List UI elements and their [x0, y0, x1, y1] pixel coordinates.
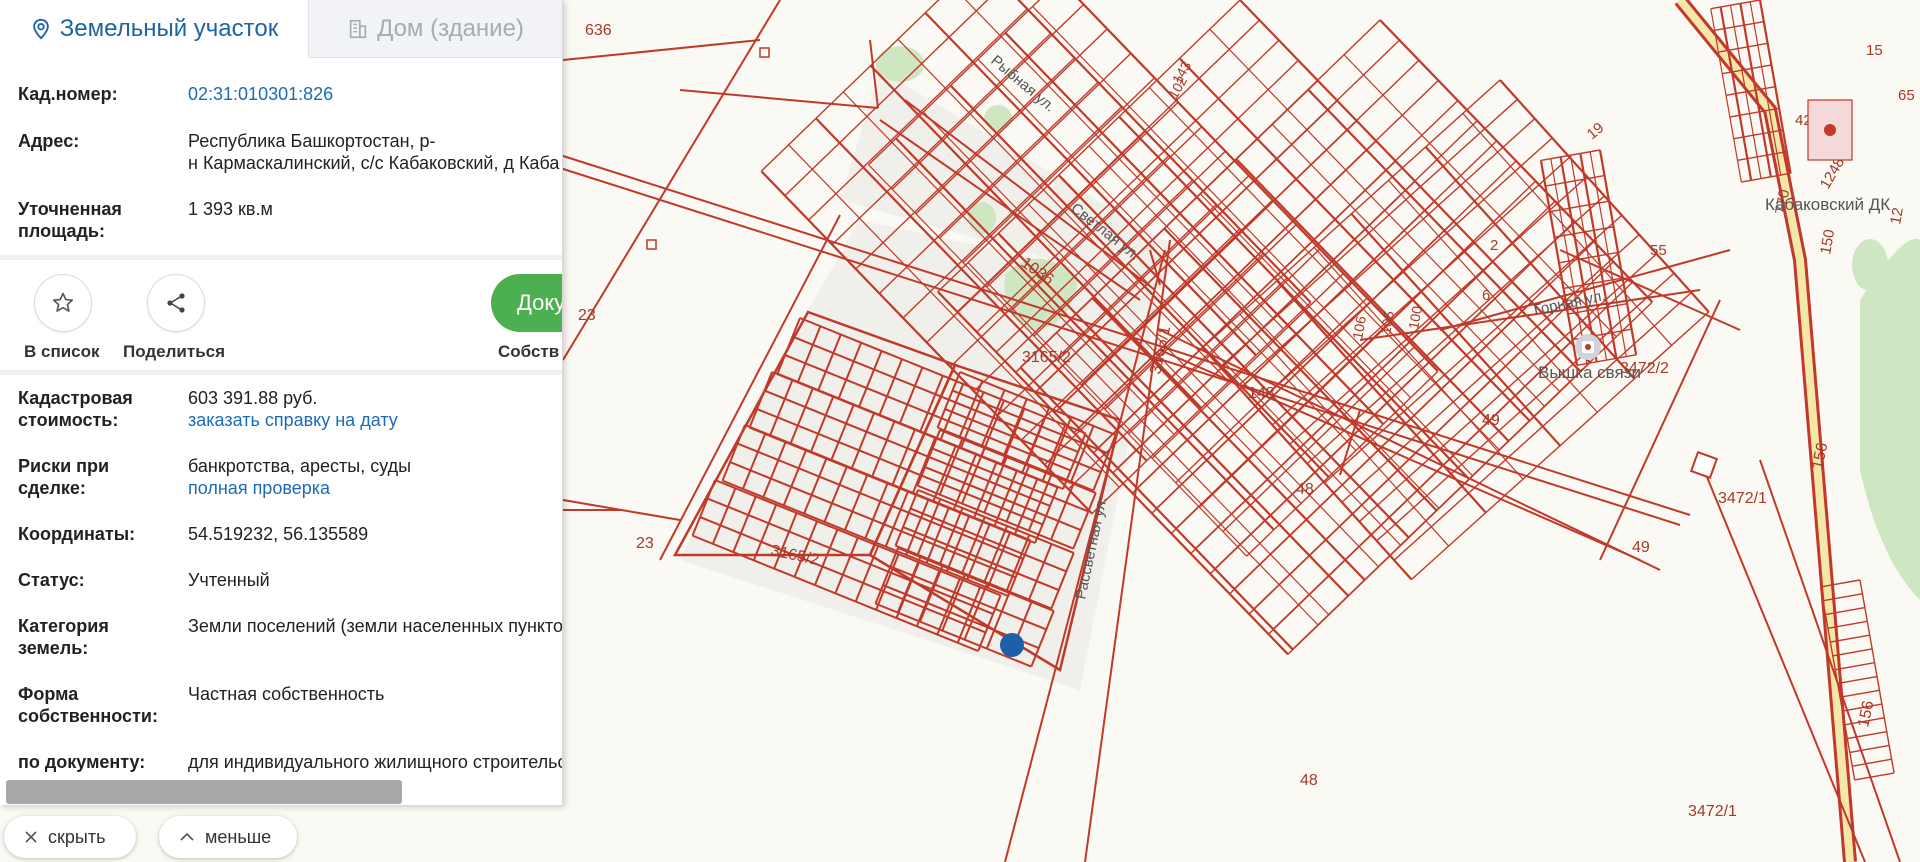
category-label-line-1: Категория	[18, 616, 109, 636]
summary-section: Кад.номер: 02:31:010301:826 Адрес: Респу…	[0, 83, 562, 242]
cad-number-link[interactable]: 02:31:010301:826	[188, 83, 333, 105]
status-row: Статус: Учтенный	[18, 569, 562, 591]
cost-label: Кадастровая стоимость:	[18, 387, 188, 431]
add-to-list-button[interactable]	[34, 274, 92, 332]
tab-building[interactable]: Дом (здание)	[308, 0, 562, 58]
address-label: Адрес:	[18, 131, 80, 151]
map-poi-tower: Вышка связи	[1538, 363, 1641, 382]
area-row: Уточненная площадь: 1 393 кв.м	[18, 198, 562, 242]
map-label-636: 636	[585, 22, 612, 39]
selected-parcel-marker[interactable]	[1000, 633, 1024, 657]
ownership-row: Форма собственности: Частная собственнос…	[18, 683, 562, 727]
tab-building-label: Дом (здание)	[377, 14, 524, 42]
map-label-148: 148	[1248, 385, 1275, 402]
full-check-link[interactable]: полная проверка	[188, 477, 411, 499]
map-label-2: 2	[1490, 237, 1498, 254]
map-label-49: 49	[1632, 539, 1650, 556]
risk-label-line-1: Риски при	[18, 456, 110, 476]
tab-land-plot-label: Земельный участок	[59, 15, 279, 42]
hide-label: скрыть	[48, 826, 106, 847]
ownership-value: Частная собственность	[188, 684, 385, 704]
area-label-line-1: Уточненная	[18, 199, 122, 219]
location-pin-icon	[33, 18, 49, 40]
map-label-3472-1: 3472/1	[1688, 803, 1737, 820]
cost-label-line-2: стоимость:	[18, 410, 119, 430]
documents-button[interactable]: Доку	[491, 274, 562, 332]
details-section: Кадастровая стоимость: 603 391.88 руб. з…	[0, 387, 562, 773]
address-value: Республика Башкортостан, р- н Кармаскали…	[188, 130, 559, 174]
less-button[interactable]: меньше	[159, 816, 297, 858]
map-label-6: 6	[1482, 287, 1490, 304]
coords-label: Координаты:	[18, 524, 136, 544]
map-label-65: 65	[1898, 87, 1915, 104]
risk-label: Риски при сделке:	[18, 455, 188, 499]
category-row: Категория земель: Земли поселений (земли…	[18, 615, 562, 659]
panel-tabs: Земельный участок Дом (здание)	[0, 0, 562, 58]
risk-row: Риски при сделке: банкротства, аресты, с…	[18, 455, 562, 499]
cad-number-row: Кад.номер: 02:31:010301:826	[18, 83, 562, 105]
area-label: Уточненная площадь:	[18, 198, 188, 242]
address-line-2: н Кармаскалинский, с/с Кабаковский, д Ка…	[188, 153, 560, 173]
map-label-15: 15	[1866, 42, 1883, 59]
cad-number-label: Кад.номер:	[18, 84, 118, 104]
status-label: Статус:	[18, 570, 85, 590]
category-label-line-2: земель:	[18, 638, 89, 658]
category-label: Категория земель:	[18, 615, 188, 659]
ownership-label-line-1: Форма	[18, 684, 79, 704]
building-icon	[349, 19, 367, 38]
area-label-line-2: площадь:	[18, 221, 105, 241]
horizontal-scrollbar[interactable]	[6, 780, 402, 804]
cost-label-line-1: Кадастровая	[18, 388, 133, 408]
map-label-49: 49	[1482, 412, 1500, 429]
map-label-23: 23	[636, 535, 654, 552]
tower-poi-icon[interactable]	[1575, 334, 1601, 360]
category-value: Земли поселений (земли населенных пункто	[188, 616, 563, 636]
cost-row: Кадастровая стоимость: 603 391.88 руб. з…	[18, 387, 562, 431]
cost-value: 603 391.88 руб. заказать справку на дату	[188, 387, 398, 431]
share-label: Поделиться	[123, 342, 226, 361]
map-label-23: 23	[578, 307, 596, 324]
add-to-list-label: В список	[24, 342, 100, 361]
divider	[0, 370, 562, 375]
map-poi-dk: Кабаковский ДК	[1765, 195, 1890, 214]
map-label-55: 55	[1650, 242, 1667, 259]
order-certificate-link[interactable]: заказать справку на дату	[188, 409, 398, 431]
action-bar: В список Поделиться Доку Собств	[0, 260, 562, 370]
map-label-3165-2: 3165/2	[1022, 349, 1071, 366]
risk-text: банкротства, аресты, суды	[188, 456, 412, 476]
map-label-48: 48	[1300, 772, 1318, 789]
chevron-up-icon	[180, 832, 194, 841]
ownership-label-line-2: собственности:	[18, 706, 158, 726]
document-label: по документу:	[18, 752, 146, 772]
address-line-1: Республика Башкортостан, р-	[188, 131, 436, 151]
status-value: Учтенный	[188, 570, 270, 590]
owner-label: Собств	[498, 342, 560, 361]
hide-button[interactable]: скрыть	[4, 816, 136, 858]
ownership-label: Форма собственности:	[18, 683, 188, 727]
cost-amount: 603 391.88 руб.	[188, 388, 318, 408]
map-label-48: 48	[1296, 481, 1314, 498]
document-row: по документу: для индивидуального жилищн…	[18, 751, 562, 773]
star-icon	[52, 292, 74, 312]
coords-row: Координаты: 54.519232, 56.135589	[18, 523, 562, 545]
building-poi-icon[interactable]	[1807, 99, 1853, 161]
coords-value: 54.519232, 56.135589	[188, 524, 369, 544]
less-label: меньше	[205, 826, 272, 847]
parcel-info-panel: Земельный участок Дом (здание) Кад.номер…	[0, 0, 563, 805]
risk-label-line-2: сделке:	[18, 478, 86, 498]
map-label-3472-1: 3472/1	[1718, 490, 1767, 507]
close-icon	[25, 831, 37, 843]
document-value: для индивидуального жилищного строительс	[188, 752, 563, 772]
share-icon	[167, 293, 185, 313]
tab-land-plot[interactable]: Земельный участок	[0, 0, 308, 58]
address-row: Адрес: Республика Башкортостан, р- н Кар…	[18, 130, 562, 174]
share-button[interactable]	[147, 274, 205, 332]
area-value: 1 393 кв.м	[188, 199, 273, 219]
risk-value: банкротства, аресты, суды полная проверк…	[188, 455, 411, 499]
